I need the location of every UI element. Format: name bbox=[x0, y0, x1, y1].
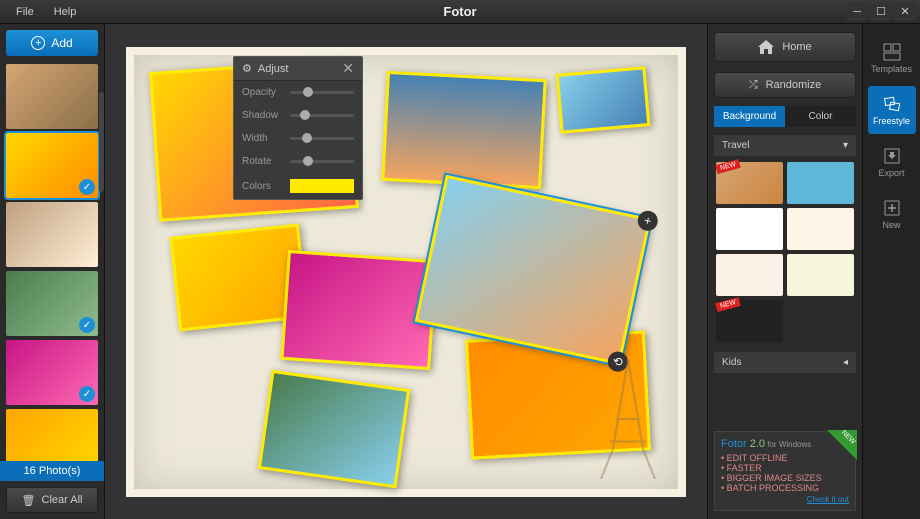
category-label: Kids bbox=[722, 357, 741, 368]
export-icon bbox=[883, 147, 901, 165]
tool-label: New bbox=[882, 220, 900, 230]
main-menu: File Help bbox=[0, 3, 84, 21]
add-label: Add bbox=[51, 36, 72, 50]
colors-label: Colors bbox=[242, 181, 284, 192]
eiffel-decoration bbox=[598, 359, 658, 479]
bg-thumb[interactable] bbox=[787, 208, 854, 250]
plus-icon: + bbox=[31, 36, 45, 50]
app-title: Fotor bbox=[443, 4, 476, 19]
photo-thumb[interactable]: ✓ bbox=[6, 271, 98, 336]
opacity-slider[interactable] bbox=[290, 91, 354, 94]
tool-rail: Templates Freestyle Export New bbox=[862, 24, 920, 519]
window-controls: ─ ☐ ✕ bbox=[846, 3, 916, 21]
clear-label: Clear All bbox=[42, 494, 83, 506]
titlebar: File Help Fotor ─ ☐ ✕ bbox=[0, 0, 920, 24]
adjust-panel: ⚙ Adjust ✕ Opacity Shadow Width Rotate bbox=[233, 56, 363, 200]
promo-link[interactable]: Check it out bbox=[721, 495, 849, 504]
new-badge: NEW bbox=[715, 159, 741, 174]
freestyle-icon bbox=[883, 95, 901, 113]
new-badge: NEW bbox=[715, 297, 741, 312]
promo-item: BIGGER IMAGE SIZES bbox=[721, 473, 849, 483]
shadow-label: Shadow bbox=[242, 110, 284, 121]
background-grid: NEW NEW bbox=[714, 156, 856, 348]
category-kids[interactable]: Kids ◂ bbox=[714, 352, 856, 373]
canvas-area: + ⟲ ⚙ Adjust ✕ Opacity Shadow Width bbox=[105, 24, 707, 519]
bg-thumb[interactable]: NEW bbox=[716, 300, 783, 342]
shadow-slider[interactable] bbox=[290, 114, 354, 117]
collage-photo[interactable] bbox=[280, 249, 437, 369]
photo-thumbnails: ✓ ✓ ✓ bbox=[0, 62, 104, 461]
check-icon: ✓ bbox=[79, 386, 95, 402]
trash-icon: 🗑 bbox=[22, 494, 36, 507]
randomize-button[interactable]: ⤮ Randomize bbox=[714, 72, 856, 98]
collage-photo[interactable] bbox=[556, 66, 651, 134]
right-panel: Home ⤮ Randomize Background Color Travel… bbox=[707, 24, 862, 519]
width-label: Width bbox=[242, 133, 284, 144]
tool-label: Export bbox=[878, 168, 904, 178]
rotate-label: Rotate bbox=[242, 156, 284, 167]
new-icon bbox=[883, 199, 901, 217]
minimize-button[interactable]: ─ bbox=[846, 3, 868, 21]
menu-file[interactable]: File bbox=[8, 3, 42, 21]
width-slider[interactable] bbox=[290, 137, 354, 140]
tab-color[interactable]: Color bbox=[785, 106, 856, 127]
tool-freestyle[interactable]: Freestyle bbox=[868, 86, 916, 134]
tool-templates[interactable]: Templates bbox=[868, 34, 916, 82]
color-picker[interactable] bbox=[290, 179, 354, 193]
collage-canvas[interactable]: + ⟲ bbox=[126, 47, 686, 497]
gear-icon: ⚙ bbox=[242, 62, 252, 75]
bg-thumb[interactable]: NEW bbox=[716, 162, 783, 204]
close-button[interactable]: ✕ bbox=[894, 3, 916, 21]
tab-background[interactable]: Background bbox=[714, 106, 785, 127]
menu-help[interactable]: Help bbox=[46, 3, 85, 21]
scrollbar[interactable] bbox=[99, 92, 104, 192]
check-icon: ✓ bbox=[79, 317, 95, 333]
collage-photo[interactable] bbox=[381, 70, 547, 188]
photo-thumb[interactable]: ✓ bbox=[6, 133, 98, 198]
photo-thumb[interactable] bbox=[6, 409, 98, 461]
close-icon[interactable]: ✕ bbox=[342, 60, 354, 77]
opacity-label: Opacity bbox=[242, 87, 284, 98]
randomize-label: Randomize bbox=[766, 79, 822, 91]
collage-photo[interactable] bbox=[258, 369, 411, 488]
photo-panel: + Add ✓ ✓ ✓ 16 Photo(s) 🗑 Clear All bbox=[0, 24, 105, 519]
photo-count-label: 16 Photo(s) bbox=[0, 461, 104, 481]
home-icon bbox=[758, 40, 774, 54]
chevron-down-icon: ▾ bbox=[843, 140, 848, 151]
category-travel[interactable]: Travel ▾ bbox=[714, 135, 856, 156]
photo-thumb[interactable] bbox=[6, 202, 98, 267]
chevron-left-icon: ◂ bbox=[843, 357, 848, 368]
photo-thumb[interactable]: ✓ bbox=[6, 340, 98, 405]
tool-label: Freestyle bbox=[873, 116, 910, 126]
bg-thumb[interactable] bbox=[787, 254, 854, 296]
add-photo-button[interactable]: + Add bbox=[6, 30, 98, 56]
collage-photo-selected[interactable]: + ⟲ bbox=[415, 174, 652, 364]
check-icon: ✓ bbox=[79, 179, 95, 195]
bg-thumb[interactable] bbox=[716, 208, 783, 250]
category-label: Travel bbox=[722, 140, 749, 151]
home-label: Home bbox=[782, 41, 811, 53]
tool-new[interactable]: New bbox=[868, 190, 916, 238]
rotate-slider[interactable] bbox=[290, 160, 354, 163]
promo-box: NEW Fotor 2.0 for Windows EDIT OFFLINE F… bbox=[714, 431, 856, 511]
promo-item: BATCH PROCESSING bbox=[721, 483, 849, 493]
clear-all-button[interactable]: 🗑 Clear All bbox=[6, 487, 98, 513]
promo-item: FASTER bbox=[721, 463, 849, 473]
maximize-button[interactable]: ☐ bbox=[870, 3, 892, 21]
add-handle[interactable]: + bbox=[636, 208, 660, 232]
adjust-title: Adjust bbox=[258, 63, 336, 75]
bg-thumb[interactable] bbox=[716, 254, 783, 296]
photo-thumb[interactable] bbox=[6, 64, 98, 129]
bg-tabs: Background Color bbox=[714, 106, 856, 127]
templates-icon bbox=[883, 43, 901, 61]
tool-label: Templates bbox=[871, 64, 912, 74]
adjust-header[interactable]: ⚙ Adjust ✕ bbox=[234, 57, 362, 81]
new-corner-badge: NEW bbox=[827, 430, 857, 460]
home-button[interactable]: Home bbox=[714, 32, 856, 62]
tool-export[interactable]: Export bbox=[868, 138, 916, 186]
bg-thumb[interactable] bbox=[787, 162, 854, 204]
shuffle-icon: ⤮ bbox=[749, 79, 758, 92]
